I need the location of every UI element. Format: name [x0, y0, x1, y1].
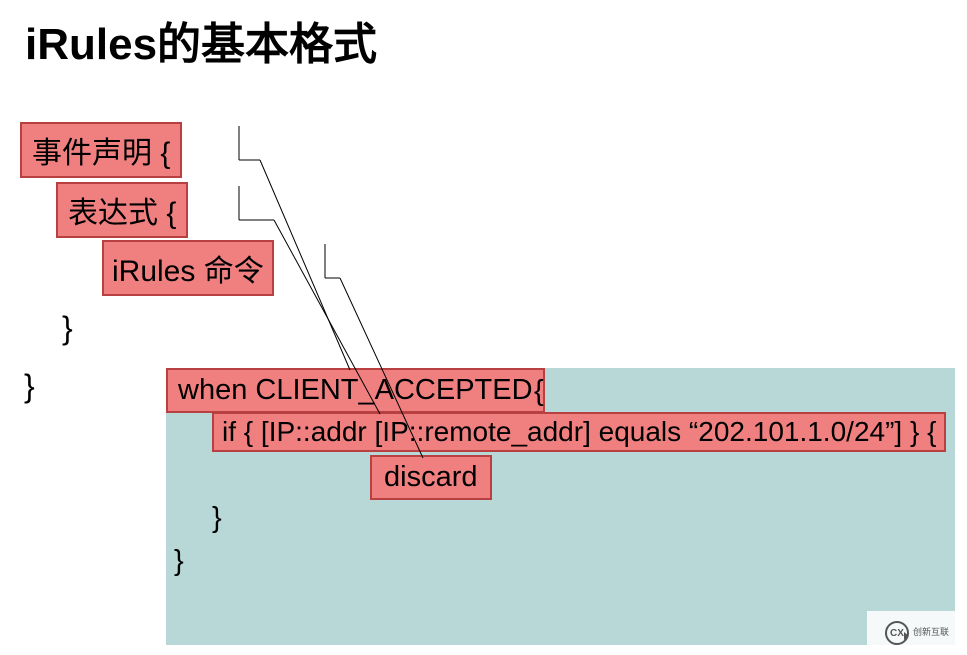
code-when-open-brace: { [534, 375, 544, 408]
page-title: iRules的基本格式 [25, 8, 377, 72]
watermark-logo-icon: CX [885, 621, 909, 645]
close-brace-event: } [24, 368, 35, 405]
irules-command-label: iRules 命令 [102, 240, 274, 296]
code-close-when: } [174, 545, 184, 578]
event-declaration-label: 事件声明 { [20, 122, 182, 178]
code-if-clause: if { [IP::addr [IP::remote_addr] equals … [212, 412, 946, 452]
expression-label: 表达式 { [56, 182, 188, 238]
close-brace-expression: } [62, 310, 73, 347]
code-close-if: } [212, 502, 222, 535]
code-discard: discard [370, 455, 492, 500]
watermark: CX 创新互联 [867, 611, 967, 655]
code-when-clause: when CLIENT_ACCEPTED [166, 368, 545, 413]
watermark-text: 创新互联 [913, 628, 949, 638]
